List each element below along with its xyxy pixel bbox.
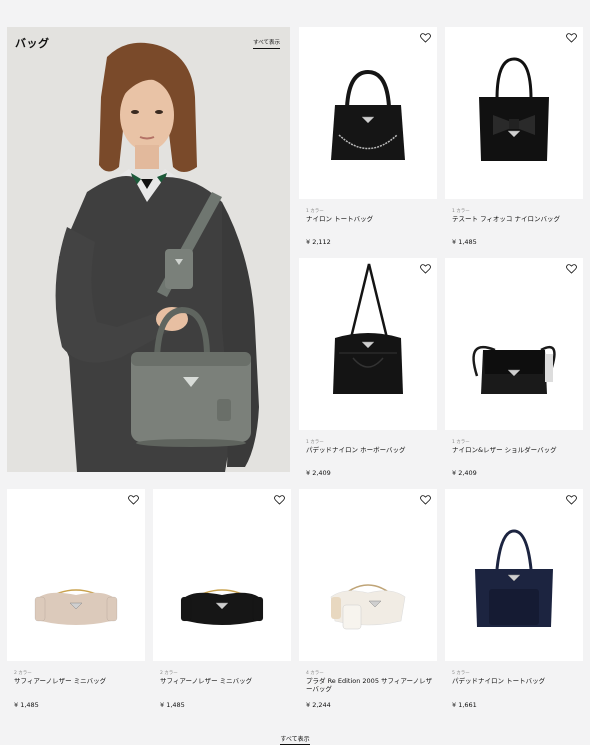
product-price: ¥ 2,409 xyxy=(306,469,331,477)
product-image[interactable] xyxy=(299,258,437,430)
product-color-count: 1 カラー xyxy=(452,209,470,214)
product-card[interactable]: 1 カラー パデッドナイロン ホーボーバッグ ¥ 2,409 xyxy=(299,258,437,477)
wishlist-heart-icon[interactable] xyxy=(566,33,577,43)
wishlist-heart-icon[interactable] xyxy=(566,495,577,505)
hero-banner[interactable]: バッグ すべて表示 xyxy=(7,27,290,472)
product-color-count: 5 カラー xyxy=(452,671,470,676)
product-price: ¥ 2,112 xyxy=(306,238,331,246)
product-card[interactable]: 5 カラー パデッドナイロン トートバッグ ¥ 1,661 xyxy=(445,489,583,709)
product-color-count: 1 カラー xyxy=(306,440,324,445)
product-name[interactable]: サフィアーノレザー ミニバッグ xyxy=(160,677,288,685)
product-color-count: 2 カラー xyxy=(160,671,178,676)
model-photo xyxy=(7,27,290,472)
hero-view-all-link[interactable]: すべて表示 xyxy=(253,38,280,49)
product-price: ¥ 1,485 xyxy=(160,701,185,709)
product-name[interactable]: パデッドナイロン トートバッグ xyxy=(452,677,580,685)
product-card[interactable]: 1 カラー ナイロン&レザー ショルダーバッグ ¥ 2,409 xyxy=(445,258,583,477)
wishlist-heart-icon[interactable] xyxy=(128,495,139,505)
wishlist-heart-icon[interactable] xyxy=(420,33,431,43)
wishlist-heart-icon[interactable] xyxy=(420,264,431,274)
product-image[interactable] xyxy=(299,489,437,661)
hero-title: バッグ xyxy=(15,37,50,50)
product-name[interactable]: テスート フィオッコ ナイロンバッグ xyxy=(452,215,580,223)
view-all-footer: すべて表示 xyxy=(0,726,590,745)
product-color-count: 4 カラー xyxy=(306,671,324,676)
product-color-count: 1 カラー xyxy=(306,209,324,214)
product-card[interactable]: 1 カラー ナイロン トートバッグ ¥ 2,112 xyxy=(299,27,437,246)
product-card[interactable]: 1 カラー テスート フィオッコ ナイロンバッグ ¥ 1,485 xyxy=(445,27,583,246)
product-name[interactable]: プラダ Re Edition 2005 サフィアーノレザーバッグ xyxy=(306,677,434,693)
product-name[interactable]: パデッドナイロン ホーボーバッグ xyxy=(306,446,434,454)
product-image[interactable] xyxy=(299,27,437,199)
product-name[interactable]: ナイロン トートバッグ xyxy=(306,215,434,223)
product-image[interactable] xyxy=(7,489,145,661)
product-color-count: 2 カラー xyxy=(14,671,32,676)
view-all-link[interactable]: すべて表示 xyxy=(280,736,310,745)
product-price: ¥ 1,485 xyxy=(14,701,39,709)
product-image[interactable] xyxy=(445,27,583,199)
product-price: ¥ 1,661 xyxy=(452,701,477,709)
product-card[interactable]: 4 カラー プラダ Re Edition 2005 サフィアーノレザーバッグ ¥… xyxy=(299,489,437,709)
product-image[interactable] xyxy=(445,489,583,661)
product-color-count: 1 カラー xyxy=(452,440,470,445)
product-card[interactable]: 2 カラー サフィアーノレザー ミニバッグ ¥ 1,485 xyxy=(153,489,291,709)
product-image[interactable] xyxy=(153,489,291,661)
product-card[interactable]: 2 カラー サフィアーノレザー ミニバッグ ¥ 1,485 xyxy=(7,489,145,709)
product-price: ¥ 2,409 xyxy=(452,469,477,477)
wishlist-heart-icon[interactable] xyxy=(420,495,431,505)
product-price: ¥ 2,244 xyxy=(306,701,331,709)
wishlist-heart-icon[interactable] xyxy=(274,495,285,505)
product-image[interactable] xyxy=(445,258,583,430)
product-name[interactable]: ナイロン&レザー ショルダーバッグ xyxy=(452,446,580,454)
product-price: ¥ 1,485 xyxy=(452,238,477,246)
wishlist-heart-icon[interactable] xyxy=(566,264,577,274)
product-name[interactable]: サフィアーノレザー ミニバッグ xyxy=(14,677,142,685)
